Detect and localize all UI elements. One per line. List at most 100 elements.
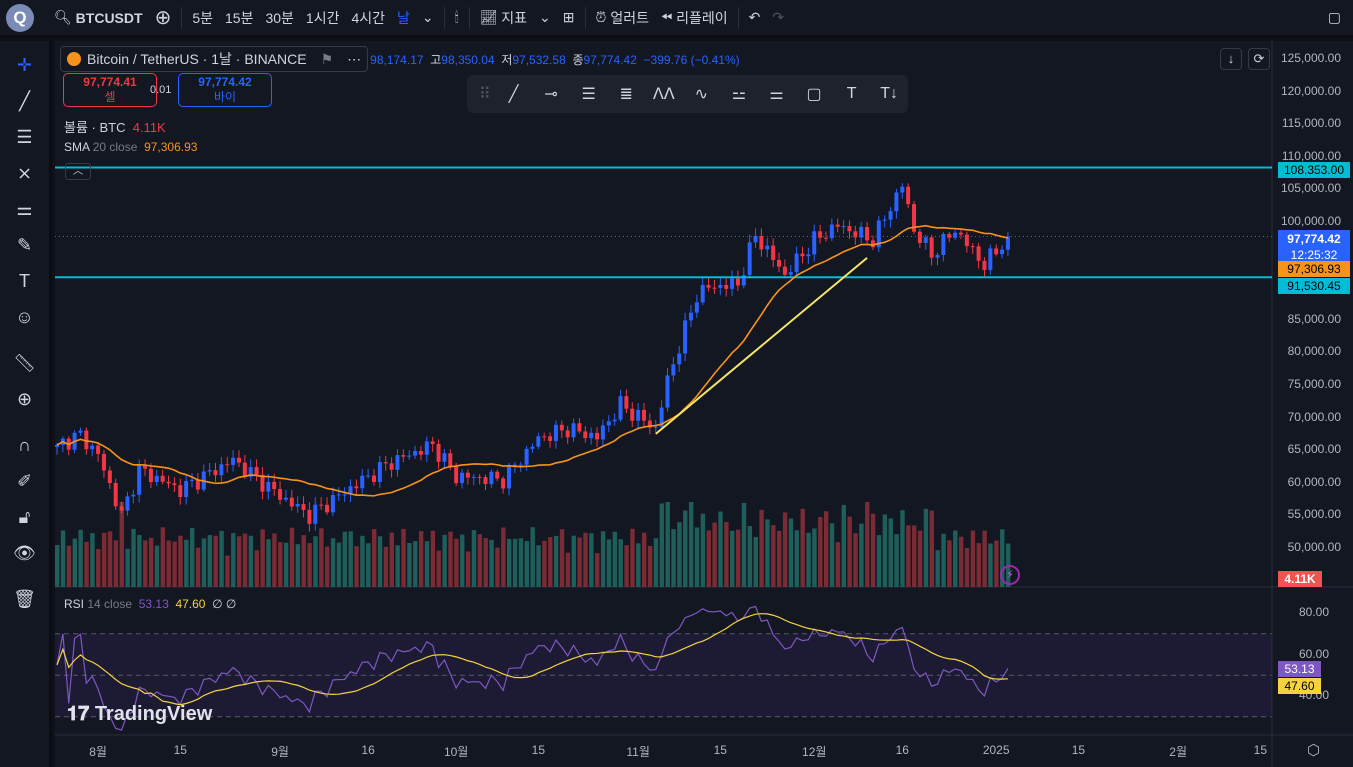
drawing-tools-sidebar: ✛ ╱ ☰ ⨯ ⚌ ✎ T ☺ 📏︎ ⊕ ∩ ✐ 🔓︎ 👁︎ 🗑︎ — [0, 41, 52, 767]
candle-body — [988, 248, 993, 271]
rsi-ma-tag: 47.60 — [1278, 678, 1321, 694]
indicators-button[interactable]: 📈︎ 지표 — [474, 0, 533, 37]
candle-body — [424, 441, 429, 455]
interval-30m[interactable]: 30분 — [259, 0, 299, 37]
price-tick-label: 110,000.00 — [1281, 148, 1341, 163]
magnet-icon[interactable]: ∩ — [0, 427, 49, 463]
volume-bar — [976, 543, 981, 587]
account-avatar[interactable]: Q — [6, 3, 34, 32]
undo-icon[interactable]: ↶ — [743, 0, 767, 37]
flag-icon[interactable]: ⚑ — [321, 51, 334, 68]
candle-body — [360, 475, 365, 489]
candle-body — [894, 192, 899, 212]
elliott-wave-icon[interactable]: ∿ — [683, 84, 721, 104]
alert-button[interactable]: ⏰︎ 얼러트 — [590, 0, 655, 37]
collapse-legend-button[interactable]: ︿ — [65, 163, 91, 180]
interval-15m[interactable]: 15분 — [219, 0, 259, 37]
volume-bar — [659, 503, 665, 587]
interval-dropdown-chevron-icon[interactable]: ⌄ — [416, 0, 440, 37]
settings-icon[interactable]: ⬡ — [1307, 741, 1320, 759]
volume-bar — [835, 542, 841, 587]
text-tool-icon[interactable]: T — [833, 85, 871, 103]
symbol-search[interactable]: 🔍︎ BTCUSDT — [48, 0, 149, 37]
candle-body — [524, 448, 529, 465]
interval-4h[interactable]: 4시간 — [345, 0, 391, 37]
candle-body — [283, 497, 288, 500]
candle-body — [548, 436, 553, 441]
maximize-icon[interactable]: ▢ — [1322, 0, 1347, 37]
volume-bar — [683, 510, 688, 587]
buy-button[interactable]: 97,774.42 바이 — [178, 73, 272, 107]
pattern-icon[interactable]: ⨯ — [0, 155, 49, 191]
trendline-icon[interactable]: ╱ — [0, 83, 49, 119]
abcd-pattern-icon[interactable]: ᐱᐱ — [645, 84, 683, 104]
volume-bar — [383, 546, 389, 587]
volume-bar — [413, 541, 418, 587]
time-tick-label: 16 — [895, 743, 909, 757]
flash-icon[interactable]: ⚡︎ — [1000, 565, 1020, 585]
indicators-chevron-icon[interactable]: ⌄ — [533, 0, 557, 37]
interval-5m[interactable]: 5분 — [186, 0, 219, 37]
candle-type-icon[interactable]: 🕯︎ — [449, 0, 465, 37]
long-position-icon[interactable]: ⚍ — [720, 84, 758, 104]
chart-area[interactable]: Bitcoin / TetherUS · 1날 · BINANCE ⚑ ⋯ 98… — [55, 41, 1353, 767]
volume-bar — [254, 550, 259, 587]
volume-bar — [823, 511, 829, 587]
volume-bar — [295, 544, 301, 587]
volume-bar — [589, 533, 594, 587]
volume-bar — [870, 513, 876, 587]
chart-canvas[interactable] — [55, 41, 1353, 767]
parallel-channel-icon[interactable]: ☰ — [570, 84, 608, 104]
drag-handle-icon[interactable]: ⠿ — [475, 84, 495, 104]
candle-body — [501, 478, 506, 489]
lock-drawing-icon[interactable]: ✐ — [0, 463, 49, 499]
volume-bar — [612, 531, 618, 587]
candle-body — [994, 248, 999, 255]
candle-body — [236, 457, 241, 463]
candle-body — [342, 494, 347, 496]
candle-body — [148, 468, 153, 482]
layout-grid-icon[interactable]: ⊞ — [557, 0, 581, 37]
redo-icon[interactable]: ↷ — [766, 0, 790, 37]
volume-bar — [618, 539, 623, 587]
horizontal-ray-icon[interactable]: ⊸ — [532, 84, 570, 104]
candle-body — [483, 477, 488, 485]
more-icon[interactable]: ⋯ — [347, 51, 361, 68]
volume-bar — [436, 550, 441, 587]
candle-body — [600, 425, 605, 440]
trendline-drawing — [655, 257, 868, 435]
volume-bar — [489, 539, 494, 587]
text-icon[interactable]: T — [0, 263, 49, 299]
volume-bar — [90, 533, 95, 587]
interval-1d[interactable]: 날 — [391, 0, 416, 37]
ruler-icon[interactable]: 📏︎ — [0, 345, 49, 381]
zoom-icon[interactable]: ⊕ — [0, 381, 49, 417]
eye-icon[interactable]: 👁︎ — [0, 535, 49, 571]
volume-bar — [853, 533, 858, 587]
symbol-title[interactable]: Bitcoin / TetherUS · 1날 · BINANCE — [87, 49, 307, 69]
lock-icon[interactable]: 🔓︎ — [0, 499, 49, 535]
fib-retracement-icon[interactable]: ≣ — [607, 84, 645, 104]
volume-bar — [72, 538, 78, 587]
forecast-icon[interactable]: ⚌ — [0, 191, 49, 227]
candle-body — [712, 287, 717, 289]
trendline-tool-icon[interactable]: ╱ — [495, 84, 533, 104]
replay-button[interactable]: ⏪︎ 리플레이 — [655, 0, 734, 37]
rectangle-icon[interactable]: ▢ — [795, 84, 833, 104]
fib-lines-icon[interactable]: ☰ — [0, 119, 49, 155]
crosshair-icon[interactable]: ✛ — [0, 47, 49, 83]
candle-body — [618, 396, 623, 420]
volume-legend: 볼륨 · BTC 4.11K — [64, 120, 166, 135]
compare-symbol-button[interactable]: ⊕ — [149, 0, 178, 37]
interval-1h[interactable]: 1시간 — [300, 0, 346, 37]
short-position-icon[interactable]: ⚌ — [758, 84, 796, 104]
anchored-text-icon[interactable]: T↓ — [870, 85, 908, 103]
trash-icon[interactable]: 🗑︎ — [0, 581, 49, 617]
sell-button[interactable]: 97,774.41 셀 — [63, 73, 157, 107]
emoji-icon[interactable]: ☺ — [0, 299, 49, 335]
volume-bar — [923, 508, 929, 587]
scroll-down-button[interactable]: ↓ — [1220, 48, 1242, 70]
brush-icon[interactable]: ✎ — [0, 227, 49, 263]
refresh-button[interactable]: ⟳ — [1248, 48, 1270, 70]
tradingview-watermark: 𝟏𝟕 TradingView — [67, 703, 213, 725]
